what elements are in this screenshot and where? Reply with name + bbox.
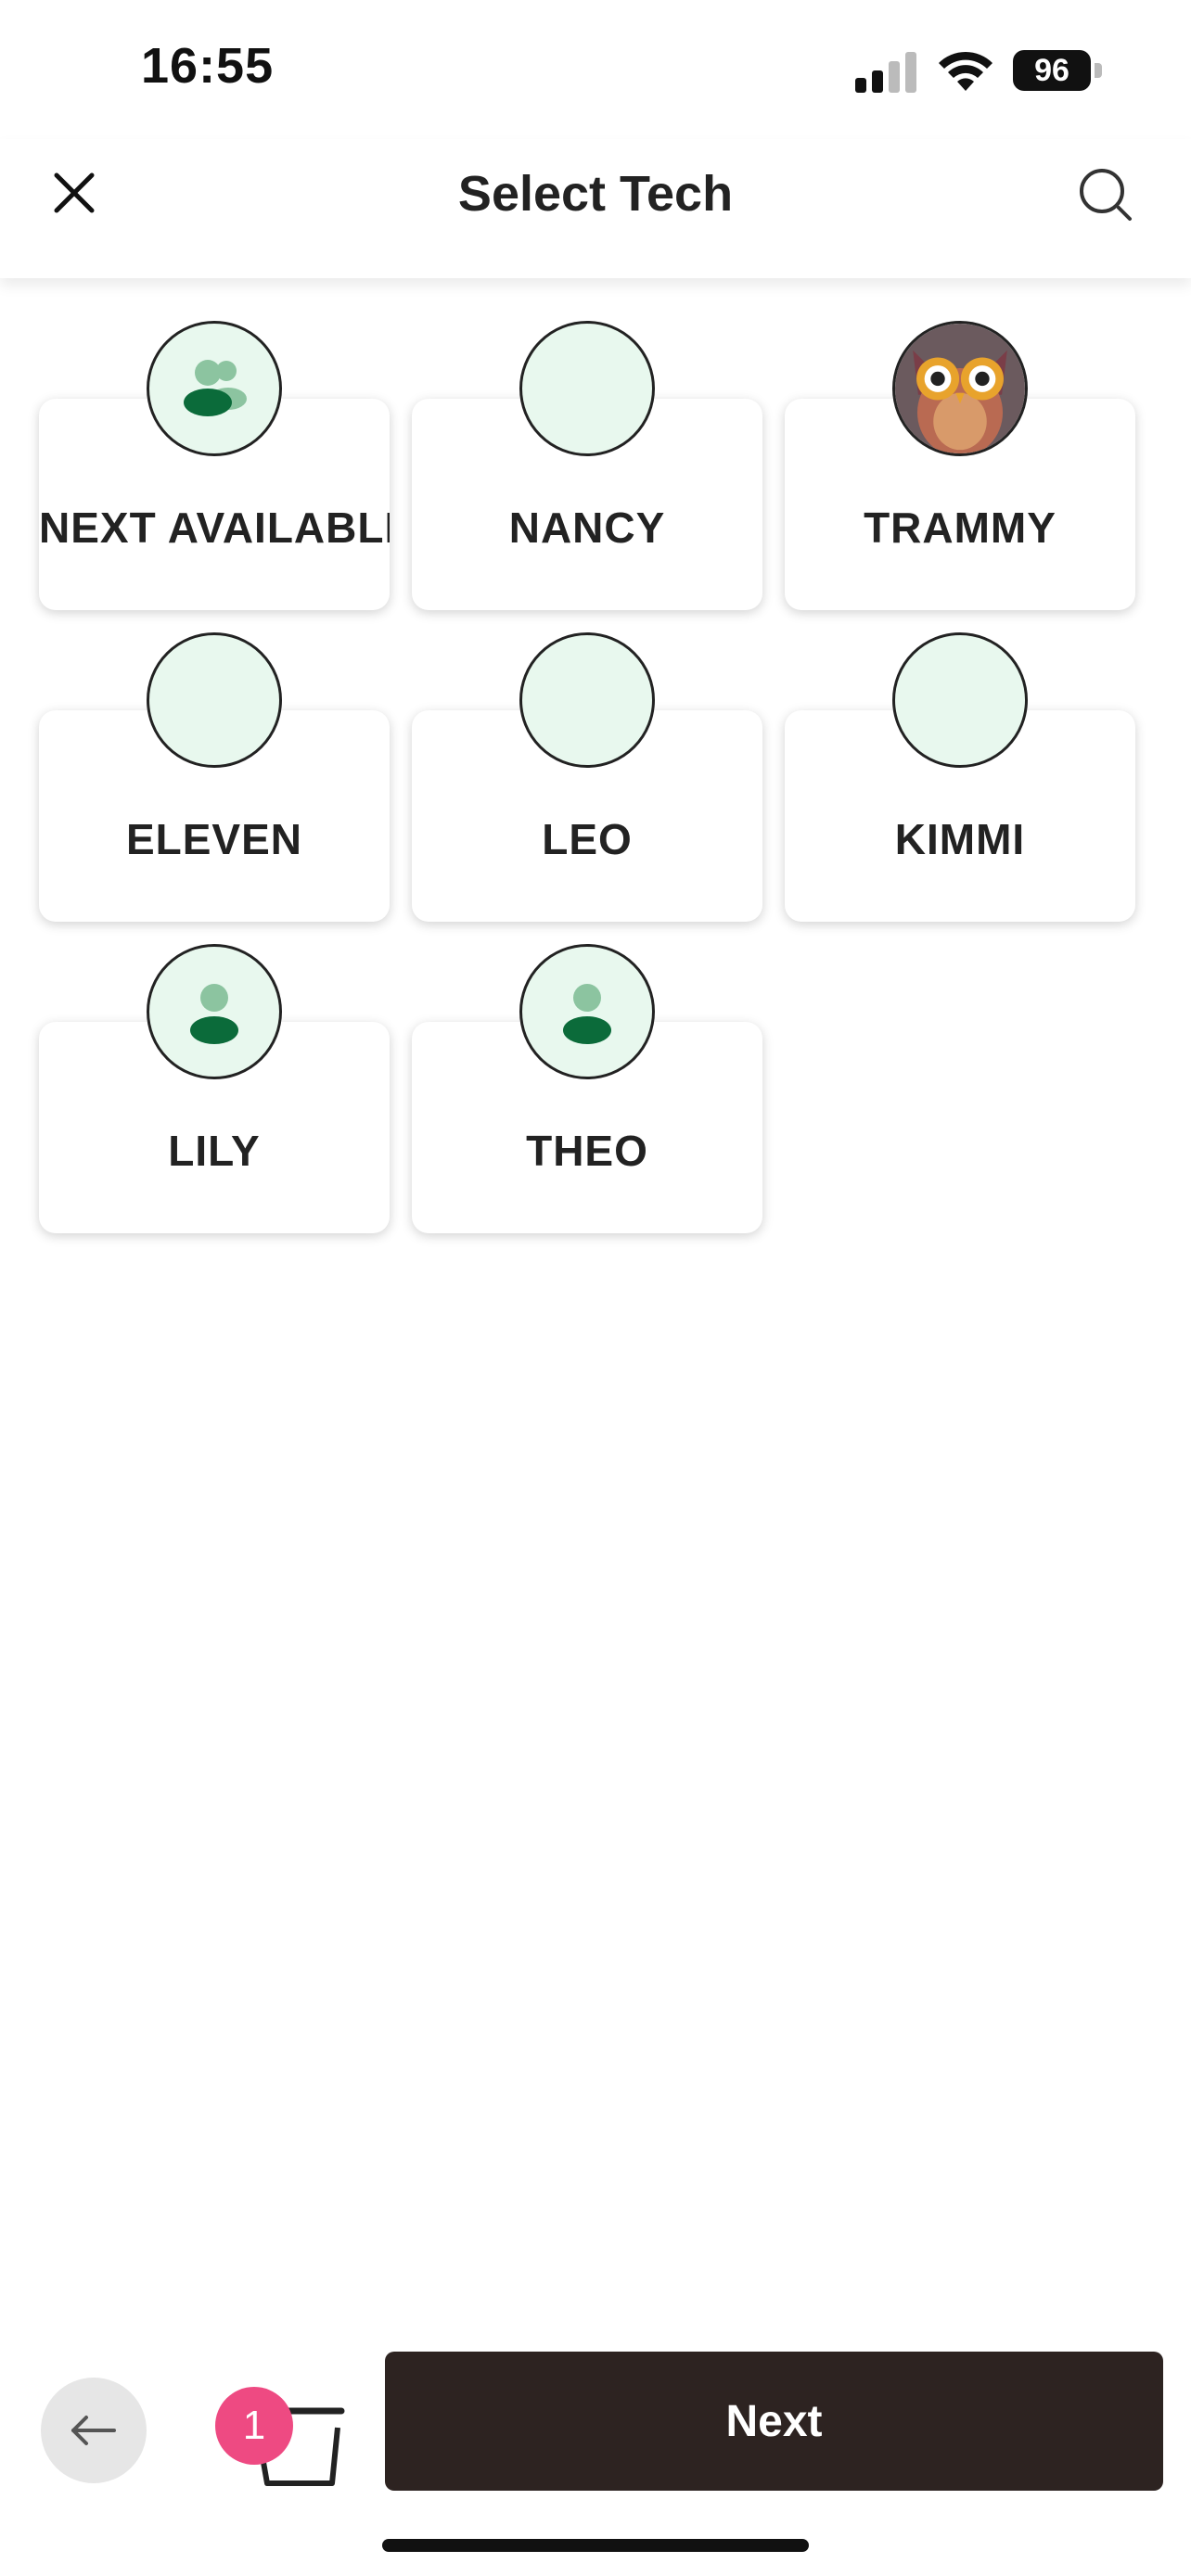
battery-level: 96 <box>1013 50 1091 91</box>
wifi-icon <box>939 51 992 91</box>
group-icon <box>184 360 247 416</box>
tech-name: LEO <box>542 815 633 863</box>
back-button[interactable] <box>41 2378 147 2483</box>
next-button[interactable]: Next <box>385 2352 1163 2491</box>
tech-avatar[interactable] <box>892 632 1028 768</box>
page-title: Select Tech <box>457 166 734 222</box>
tech-avatar[interactable] <box>147 321 282 456</box>
person-icon <box>563 984 611 1044</box>
tech-avatar[interactable] <box>519 944 655 1079</box>
status-time: 16:55 <box>141 38 275 94</box>
cart-count-badge: 1 <box>215 2387 293 2465</box>
tech-avatar[interactable] <box>519 632 655 768</box>
home-indicator <box>382 2539 809 2552</box>
tech-name: ELEVEN <box>125 815 303 863</box>
search-icon[interactable] <box>1076 165 1135 224</box>
battery-tip <box>1095 63 1102 78</box>
status-bar: 16:55 96 <box>0 0 1191 139</box>
tech-name: NANCY <box>508 504 666 552</box>
tech-name: KIMMI <box>894 815 1026 863</box>
person-icon <box>190 984 238 1044</box>
tech-name: TRAMMY <box>864 504 1057 552</box>
tech-avatar[interactable] <box>519 321 655 456</box>
battery-indicator: 96 <box>1013 50 1102 91</box>
owl-photo-icon <box>895 324 1025 453</box>
tech-avatar[interactable] <box>147 944 282 1079</box>
tech-avatar[interactable] <box>147 632 282 768</box>
tech-name: NEXT AVAILABLE <box>39 504 390 552</box>
tech-name: LILY <box>168 1127 261 1175</box>
cellular-signal-icon <box>855 52 916 93</box>
arrow-left-icon <box>71 2416 116 2445</box>
tech-name: THEO <box>526 1127 648 1175</box>
header: Select Tech <box>0 139 1191 278</box>
tech-avatar[interactable] <box>892 321 1028 456</box>
